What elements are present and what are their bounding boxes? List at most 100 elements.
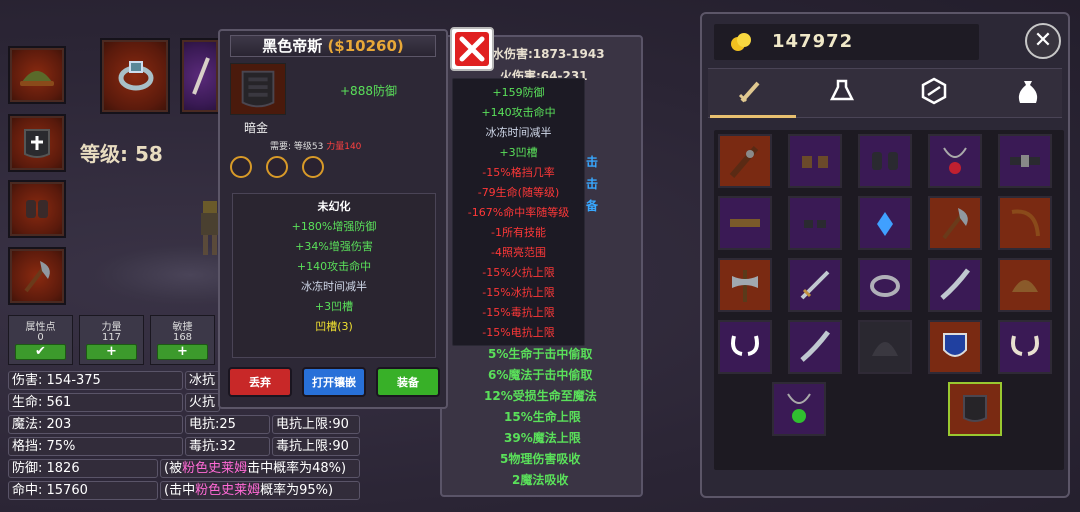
equip-slot-weapon[interactable]: [180, 38, 220, 114]
inventory-item[interactable]: [718, 134, 772, 188]
inventory-item-selected[interactable]: [948, 382, 1002, 436]
inventory-item[interactable]: [788, 320, 842, 374]
stat-lightning-res: 电抗:25: [185, 415, 270, 434]
axe-icon: [24, 261, 50, 293]
inventory-item[interactable]: [858, 134, 912, 188]
discard-button[interactable]: 丢弃: [228, 367, 292, 397]
scimitar-icon: [940, 268, 970, 300]
inventory-item[interactable]: [928, 196, 982, 250]
equip-slot-gloves[interactable]: [8, 180, 66, 238]
unfused-section: 未幻化 +180%增强防御 +34%增强伤害 +140攻击命中 冰冻时间减半 +…: [232, 193, 436, 358]
active-tab-indicator: [710, 115, 796, 118]
stat-poison-res: 毒抗:32: [185, 437, 270, 456]
compare-line: 12%受损生命至魔法: [484, 389, 597, 403]
hat-icon: [20, 71, 54, 86]
compare-line: 击: [586, 155, 599, 169]
tooltip-line: -167%命中率随等级: [467, 206, 570, 219]
attr-strength: 力量 117 +: [79, 315, 144, 365]
inventory-item[interactable]: [858, 320, 912, 374]
dark-helmet-icon: [872, 342, 898, 356]
monster-name: 粉色史莱姆: [195, 483, 261, 498]
item-main-stat: +888防御: [340, 84, 397, 98]
inventory-item[interactable]: [718, 258, 772, 312]
add-agility-button[interactable]: +: [157, 344, 208, 360]
equip-slot-ring[interactable]: [100, 38, 170, 114]
compare-line: 击: [586, 177, 599, 191]
bag-tab-icon[interactable]: [1014, 77, 1042, 105]
inventory-item[interactable]: [928, 134, 982, 188]
inventory-item[interactable]: [858, 196, 912, 250]
feather-icon: [192, 57, 210, 95]
bonus-line: +180%增强防御: [291, 220, 377, 233]
stat-life: 生命: 561: [8, 393, 183, 412]
inventory-item[interactable]: [788, 196, 842, 250]
scimitar-icon: [800, 330, 830, 362]
inventory-item[interactable]: [928, 320, 982, 374]
tooltip-line: +3凹槽: [499, 146, 538, 159]
attr-value: 168: [172, 332, 193, 343]
bonus-line: +34%增强伤害: [295, 240, 373, 253]
stat-slime-hit: (击中粉色史莱姆概率为95%): [160, 481, 360, 500]
belt-icon: [730, 219, 760, 227]
bow-icon: [1011, 209, 1040, 237]
level-label: 等级: 58: [80, 142, 163, 166]
inventory-item[interactable]: [788, 134, 842, 188]
inventory-item[interactable]: [718, 320, 772, 374]
gem-tab-icon[interactable]: [920, 77, 948, 105]
inventory-grid: [714, 130, 1064, 470]
inventory-item[interactable]: [928, 258, 982, 312]
crystal-icon: [877, 212, 893, 236]
inventory-item[interactable]: [998, 320, 1052, 374]
equip-slot-helmet[interactable]: [8, 46, 66, 104]
shield-icon: [943, 333, 967, 357]
inventory-item[interactable]: [788, 258, 842, 312]
gloves-icon: [872, 152, 898, 170]
attr-value: 117: [101, 332, 122, 343]
tooltip-line: -79生命(随等级): [477, 186, 560, 199]
open-socket-button[interactable]: 打开镶嵌: [302, 367, 366, 397]
green-amulet-icon: [787, 393, 811, 423]
ring-icon: [118, 61, 154, 91]
close-inventory-button[interactable]: ✕: [1025, 23, 1061, 59]
stat-cold-res: 冰抗: [185, 371, 220, 390]
add-strength-button[interactable]: +: [86, 344, 137, 360]
armor-icon: [24, 129, 50, 158]
weapon-tab-icon[interactable]: [736, 77, 764, 105]
tooltip-line: -15%格挡几率: [482, 166, 555, 179]
confirm-button[interactable]: ✔: [15, 344, 66, 360]
inventory-item[interactable]: [858, 258, 912, 312]
req-strength: 力量140: [326, 142, 362, 152]
attr-points: 属性点 0 ✔: [8, 315, 73, 365]
compare-line: 15%生命上限: [504, 410, 581, 424]
equip-slot-offhand[interactable]: [8, 247, 66, 305]
horns-icon: [1011, 335, 1039, 356]
socket-slot[interactable]: [302, 156, 324, 178]
potion-tab-icon[interactable]: [828, 77, 856, 105]
inventory-item[interactable]: [772, 382, 826, 436]
compare-line: 5%生命于击中偷取: [488, 347, 593, 361]
item-requirement: 需要: 等级53 力量140: [270, 139, 361, 152]
stat-slime-block: (被粉色史莱姆击中概率为48%): [160, 459, 360, 478]
bonus-line: +3凹槽: [314, 300, 354, 313]
attr-label: 力量: [101, 322, 122, 333]
compare-line: 5物理伤害吸收: [500, 452, 581, 466]
req-level: 需要: 等级53: [270, 142, 324, 152]
item-quality: 暗金: [244, 121, 269, 135]
stat-fire-res: 火抗: [185, 393, 220, 412]
double-axe-icon: [732, 270, 758, 302]
socket-slot[interactable]: [266, 156, 288, 178]
inventory-item[interactable]: [718, 196, 772, 250]
close-detail-button[interactable]: [450, 27, 494, 71]
equip-button[interactable]: 装备: [376, 367, 440, 397]
socket-slot[interactable]: [230, 156, 252, 178]
inventory-item[interactable]: [998, 258, 1052, 312]
equip-slot-armor[interactable]: [8, 114, 66, 172]
tooltip-line: +140攻击命中: [481, 106, 556, 119]
attr-agility: 敏捷 168 +: [150, 315, 215, 365]
text: 概率为95%): [260, 483, 334, 498]
compare-line: 6%魔法于击中偷取: [488, 368, 593, 382]
inventory-item[interactable]: [998, 196, 1052, 250]
text: (击中: [164, 483, 196, 498]
attr-label: 属性点: [25, 322, 56, 333]
inventory-item[interactable]: [998, 134, 1052, 188]
